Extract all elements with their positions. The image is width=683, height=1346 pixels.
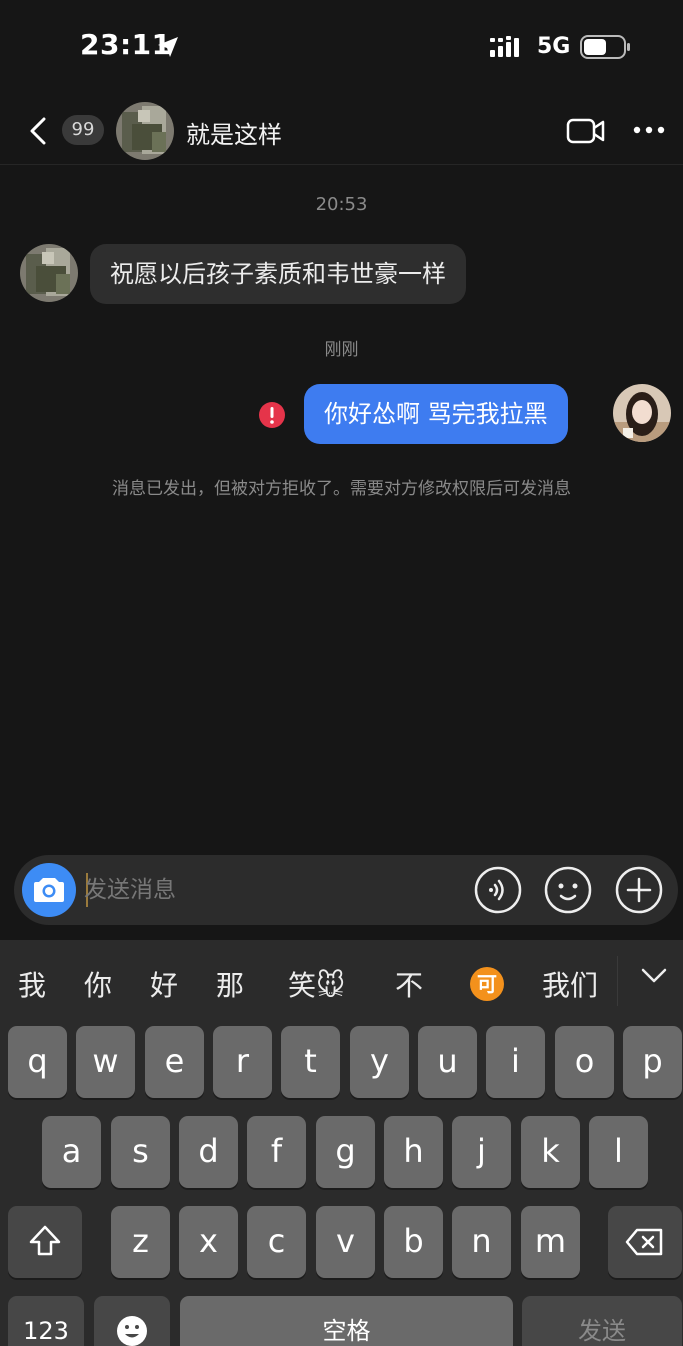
suggestion-item[interactable]: 我们 (542, 964, 598, 1004)
key-u[interactable]: u (418, 1026, 477, 1098)
key-c[interactable]: c (247, 1206, 306, 1278)
camera-icon (34, 878, 64, 902)
camera-button[interactable] (22, 863, 76, 917)
back-icon[interactable] (24, 115, 52, 147)
key-q[interactable]: q (8, 1026, 67, 1098)
emoji-icon[interactable] (544, 866, 592, 914)
key-x[interactable]: x (179, 1206, 238, 1278)
collapse-icon[interactable] (640, 966, 668, 986)
key-r[interactable]: r (213, 1026, 272, 1098)
suggestion-item[interactable]: 那 (216, 964, 244, 1004)
message-timestamp: 20:53 (315, 194, 368, 215)
system-notice: 消息已发出，但被对方拒收了。需要对方修改权限后可发消息 (112, 479, 571, 499)
status-bar: 23:11 5G (0, 0, 683, 95)
battery-icon (580, 35, 630, 59)
key-i[interactable]: i (486, 1026, 545, 1098)
self-avatar[interactable] (613, 384, 671, 442)
error-icon[interactable] (258, 401, 286, 429)
message-input-bar (14, 855, 678, 925)
key-g[interactable]: g (316, 1116, 375, 1188)
backspace-icon (625, 1228, 663, 1256)
key-a[interactable]: a (42, 1116, 101, 1188)
unread-count-badge[interactable]: 99 (62, 115, 104, 145)
suggestion-item[interactable]: 我 (18, 964, 46, 1004)
key-f[interactable]: f (247, 1116, 306, 1188)
voice-icon[interactable] (474, 866, 522, 914)
chat-title: 就是这样 (186, 121, 282, 149)
key-t[interactable]: t (281, 1026, 340, 1098)
contact-avatar[interactable] (116, 102, 174, 160)
video-call-icon[interactable] (566, 117, 606, 145)
suggestion-item[interactable]: 可 (470, 967, 504, 1001)
space-key[interactable]: 空格 (180, 1296, 513, 1346)
suggestion-divider (617, 956, 618, 1006)
key-b[interactable]: b (384, 1206, 443, 1278)
signal-icon (490, 36, 519, 57)
key-o[interactable]: o (555, 1026, 614, 1098)
key-y[interactable]: y (350, 1026, 409, 1098)
plus-icon[interactable] (615, 866, 663, 914)
key-j[interactable]: j (452, 1116, 511, 1188)
key-h[interactable]: h (384, 1116, 443, 1188)
shift-key[interactable] (8, 1206, 82, 1278)
key-m[interactable]: m (521, 1206, 580, 1278)
shift-icon (29, 1225, 61, 1256)
message-timestamp: 刚刚 (324, 340, 359, 360)
key-n[interactable]: n (452, 1206, 511, 1278)
suggestion-bar: 我 你 好 那 笑🐭 不 可 我们 (0, 940, 683, 1022)
outgoing-message-bubble[interactable]: 你好怂啊 骂完我拉黑 (304, 384, 568, 444)
chat-header: 99 就是这样 (0, 95, 683, 165)
key-l[interactable]: l (589, 1116, 648, 1188)
suggestion-item[interactable]: 你 (84, 964, 112, 1004)
send-key[interactable]: 发送 (522, 1296, 682, 1346)
message-input[interactable] (84, 855, 464, 925)
more-icon[interactable] (632, 125, 666, 135)
location-icon (158, 37, 178, 57)
network-label: 5G (537, 34, 571, 59)
keyboard: 我 你 好 那 笑🐭 不 可 我们 q w e r t y u i o p a … (0, 940, 683, 1346)
suggestion-item[interactable]: 好 (150, 964, 178, 1004)
incoming-message-bubble[interactable]: 祝愿以后孩子素质和韦世豪一样 (90, 244, 466, 304)
incoming-avatar[interactable] (20, 244, 78, 302)
key-e[interactable]: e (145, 1026, 204, 1098)
key-d[interactable]: d (179, 1116, 238, 1188)
key-z[interactable]: z (111, 1206, 170, 1278)
emoji-key-icon (117, 1316, 147, 1346)
key-k[interactable]: k (521, 1116, 580, 1188)
key-v[interactable]: v (316, 1206, 375, 1278)
chat-screen: 23:11 5G 99 就是这样 20:53 祝愿以后孩子素质和韦世豪一样 刚刚… (0, 0, 683, 1346)
numbers-key[interactable]: 123 (8, 1296, 84, 1346)
key-p[interactable]: p (623, 1026, 682, 1098)
key-w[interactable]: w (76, 1026, 135, 1098)
key-s[interactable]: s (111, 1116, 170, 1188)
suggestion-item[interactable]: 笑🐭 (288, 964, 345, 1004)
suggestion-item[interactable]: 不 (395, 964, 423, 1004)
backspace-key[interactable] (608, 1206, 682, 1278)
emoji-key[interactable] (94, 1296, 170, 1346)
